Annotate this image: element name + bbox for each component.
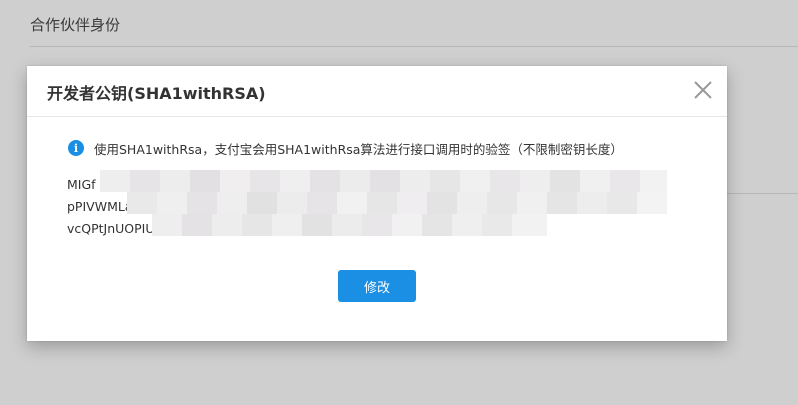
- key-line: pPIVWMLa: [67, 199, 133, 214]
- section-divider: [30, 46, 798, 47]
- key-line: MIGf: [67, 177, 96, 192]
- redaction-mosaic: [127, 192, 667, 214]
- notice-text: 使用SHA1withRsa，支付宝会用SHA1withRsa算法进行接口调用时的…: [94, 141, 623, 157]
- page-section-title: 合作伙伴身份: [30, 16, 121, 34]
- info-icon: i: [68, 140, 84, 156]
- key-line: vcQPtJnUOPIU: [67, 221, 155, 236]
- edit-button[interactable]: 修改: [338, 270, 416, 302]
- dialog-title: 开发者公钥(SHA1withRSA): [47, 84, 266, 103]
- close-icon[interactable]: [691, 78, 715, 102]
- public-key-value: MIGf pPIVWMLa vcQPtJnUOPIU: [67, 170, 707, 238]
- signature-notice: i 使用SHA1withRsa，支付宝会用SHA1withRsa算法进行接口调用…: [68, 139, 623, 157]
- section-divider: [725, 193, 798, 194]
- redaction-mosaic: [152, 214, 547, 236]
- redaction-mosaic: [100, 170, 667, 192]
- dialog-header: 开发者公钥(SHA1withRSA): [27, 66, 727, 117]
- public-key-dialog: 开发者公钥(SHA1withRSA) i 使用SHA1withRsa，支付宝会用…: [27, 66, 727, 341]
